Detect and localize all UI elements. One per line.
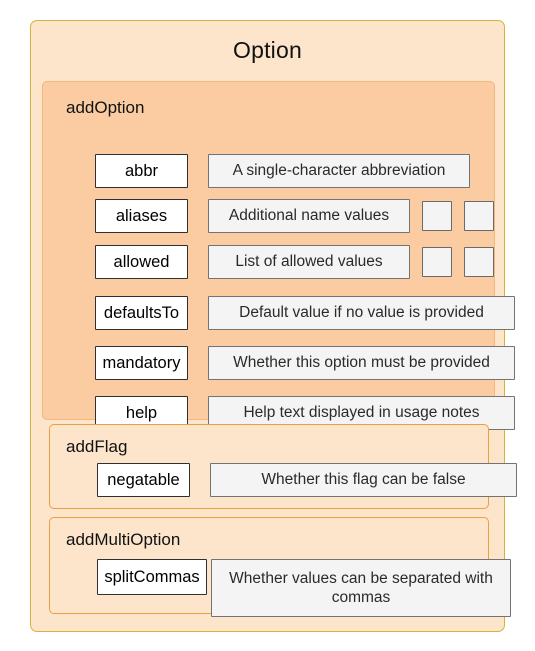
property-key-allowed: allowed <box>95 245 188 279</box>
group-label-add-flag: addFlag <box>66 437 128 456</box>
property-row-abbr: abbr A single-character abbreviation <box>95 154 470 188</box>
property-extra-box-allowed-1 <box>422 247 452 277</box>
property-key-abbr: abbr <box>95 154 188 188</box>
property-desc-defaults-to: Default value if no value is provided <box>208 296 515 330</box>
property-desc-mandatory: Whether this option must be provided <box>208 346 515 380</box>
property-row-allowed: allowed List of allowed values <box>95 245 494 279</box>
property-row-split-commas: splitCommas Whether values can be separa… <box>97 559 511 617</box>
property-desc-negatable: Whether this flag can be false <box>210 463 517 497</box>
property-extra-box-allowed-2 <box>464 247 494 277</box>
property-row-mandatory: mandatory Whether this option must be pr… <box>95 346 515 380</box>
property-row-aliases: aliases Additional name values <box>95 199 494 233</box>
property-desc-aliases: Additional name values <box>208 199 410 233</box>
property-desc-allowed: List of allowed values <box>208 245 410 279</box>
property-row-defaults-to: defaultsTo Default value if no value is … <box>95 296 515 330</box>
property-desc-abbr: A single-character abbreviation <box>208 154 470 188</box>
option-container: Option addOption abbr A single-character… <box>30 20 517 632</box>
property-key-mandatory: mandatory <box>95 346 188 380</box>
property-key-split-commas: splitCommas <box>97 559 207 595</box>
property-key-negatable: negatable <box>97 463 190 497</box>
property-desc-split-commas: Whether values can be separated with com… <box>211 559 511 617</box>
property-key-aliases: aliases <box>95 199 188 233</box>
property-key-defaults-to: defaultsTo <box>95 296 188 330</box>
property-extra-box-aliases-2 <box>464 201 494 231</box>
group-label-add-option: addOption <box>66 98 145 117</box>
group-label-add-multi-option: addMultiOption <box>66 530 181 549</box>
property-extra-box-aliases-1 <box>422 201 452 231</box>
property-row-negatable: negatable Whether this flag can be false <box>97 463 517 497</box>
page-title: Option <box>233 37 302 63</box>
